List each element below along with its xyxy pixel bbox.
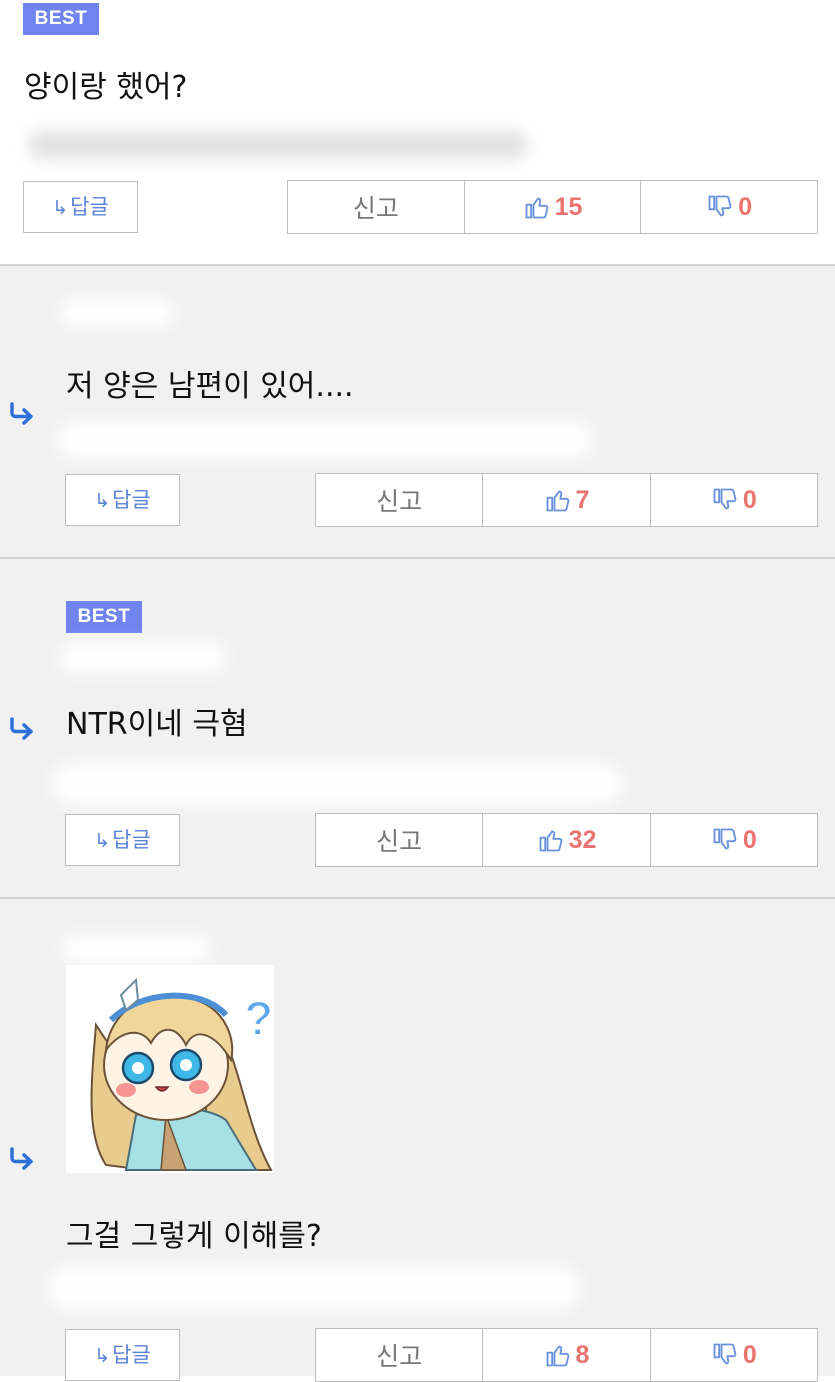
comment-text: NTR이네 극혐 <box>66 707 248 742</box>
like-button[interactable]: 15 <box>465 181 642 233</box>
like-button[interactable]: 32 <box>483 814 651 866</box>
dislike-count: 0 <box>742 825 757 854</box>
reply-arrow-icon <box>10 717 33 740</box>
reply-label: 답글 <box>112 488 151 512</box>
reply-arrow-icon <box>10 1147 33 1170</box>
best-badge: BEST <box>23 3 99 35</box>
report-button[interactable]: 신고 <box>316 814 484 866</box>
report-button[interactable]: 신고 <box>316 1329 484 1381</box>
reply-arrow-icon: ↳ <box>94 1345 111 1367</box>
reply-button[interactable]: ↳답글 <box>65 474 180 526</box>
thumbs-down-icon <box>713 1343 737 1365</box>
report-label: 신고 <box>352 194 399 223</box>
best-badge: BEST <box>66 601 142 633</box>
dislike-button[interactable]: 0 <box>651 474 817 526</box>
like-count: 7 <box>575 485 590 514</box>
redacted-author <box>60 643 226 673</box>
comment-text: 양이랑 했어? <box>24 70 188 105</box>
dislike-button[interactable]: 0 <box>641 181 817 233</box>
redacted-meta <box>28 130 528 160</box>
like-count: 32 <box>568 825 597 854</box>
thumbs-up-icon <box>546 490 569 512</box>
thumbs-up-icon <box>546 1345 569 1367</box>
svg-text:?: ? <box>244 993 273 1046</box>
thumbs-down-icon <box>713 488 737 510</box>
dislike-button[interactable]: 0 <box>651 814 817 866</box>
comment-3: BEST NTR이네 극혐 ↳답글 신고 32 0 <box>0 559 835 899</box>
like-button[interactable]: 7 <box>483 474 651 526</box>
reply-label: 답글 <box>70 195 109 219</box>
dislike-button[interactable]: 0 <box>651 1329 817 1381</box>
action-buttons: 신고 15 0 <box>287 180 818 234</box>
comment-2: 저 양은 남편이 있어.... ↳답글 신고 7 0 <box>0 266 835 559</box>
comment-text: 저 양은 남편이 있어.... <box>66 369 354 404</box>
action-buttons: 신고 8 0 <box>315 1328 818 1382</box>
report-label: 신고 <box>376 487 423 516</box>
redacted-meta <box>52 764 622 804</box>
comment-1: BEST 양이랑 했어? ↳답글 신고 15 0 <box>0 0 835 266</box>
like-button[interactable]: 8 <box>483 1329 651 1381</box>
reply-arrow-icon: ↳ <box>52 197 69 219</box>
redacted-author <box>62 935 210 963</box>
like-count: 15 <box>554 192 583 221</box>
report-button[interactable]: 신고 <box>288 181 465 233</box>
thumbs-down-icon <box>713 828 737 850</box>
redacted-meta <box>58 421 593 459</box>
redacted-author <box>60 299 174 327</box>
report-label: 신고 <box>376 827 423 856</box>
dislike-count: 0 <box>742 485 757 514</box>
anime-girl-question-emoticon: ? <box>66 965 274 1173</box>
action-buttons: 신고 32 0 <box>315 813 818 867</box>
thumbs-up-icon <box>525 197 548 219</box>
comment-text: 그걸 그렇게 이해를? <box>66 1219 322 1254</box>
reply-arrow-icon: ↳ <box>94 490 111 512</box>
thumbs-up-icon <box>539 830 562 852</box>
reply-button[interactable]: ↳답글 <box>65 1329 180 1381</box>
redacted-meta <box>48 1267 580 1309</box>
reply-button[interactable]: ↳답글 <box>23 181 138 233</box>
dislike-count: 0 <box>742 1340 757 1369</box>
report-label: 신고 <box>376 1342 423 1371</box>
emoticon-drawing: ? <box>90 977 274 1172</box>
reply-button[interactable]: ↳답글 <box>65 814 180 866</box>
reply-arrow-icon <box>10 402 33 425</box>
dislike-count: 0 <box>738 192 753 221</box>
action-buttons: 신고 7 0 <box>315 473 818 527</box>
reply-label: 답글 <box>112 1343 151 1367</box>
reply-label: 답글 <box>112 828 151 852</box>
report-button[interactable]: 신고 <box>316 474 484 526</box>
like-count: 8 <box>575 1340 590 1369</box>
thumbs-down-icon <box>708 195 732 217</box>
reply-arrow-icon: ↳ <box>94 830 111 852</box>
